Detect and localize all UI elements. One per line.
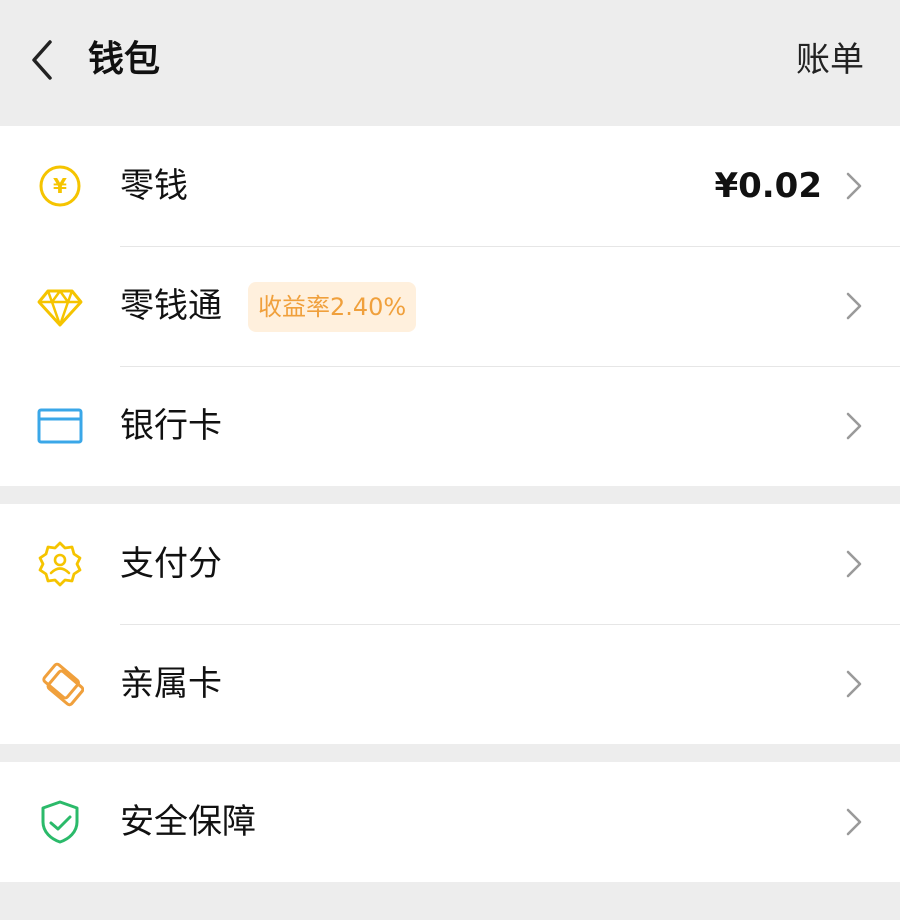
wallet-group-main: ¥ 零钱 ¥0.02 零钱通 收益率2.40% 银行卡: [0, 126, 900, 486]
list-item-label: 安全保障: [120, 802, 256, 842]
family-card-icon: [42, 662, 84, 707]
list-item-security[interactable]: 安全保障: [0, 762, 900, 882]
top-bar: 钱包 账单: [0, 0, 900, 126]
page-title: 钱包: [88, 39, 161, 80]
pay-score-badge-icon: [38, 541, 82, 587]
bill-button[interactable]: 账单: [796, 36, 864, 84]
back-button[interactable]: [22, 34, 66, 86]
chevron-right-icon: [846, 292, 862, 320]
group-divider: [0, 744, 900, 762]
list-item-label: 亲属卡: [120, 664, 222, 704]
yield-rate-badge: 收益率2.40%: [248, 282, 417, 332]
group-divider: [0, 486, 900, 504]
chevron-right-icon: [846, 412, 862, 440]
shield-check-icon: [41, 800, 79, 844]
list-item-change[interactable]: ¥ 零钱 ¥0.02: [0, 126, 900, 246]
list-item-family-card[interactable]: 亲属卡: [0, 624, 900, 744]
chevron-right-icon: [846, 550, 862, 578]
yuan-coin-icon: ¥: [39, 165, 81, 207]
list-item-bank-card[interactable]: 银行卡: [0, 366, 900, 486]
chevron-right-icon: [846, 172, 862, 200]
list-item-lingqiantong[interactable]: 零钱通 收益率2.40%: [0, 246, 900, 366]
svg-text:¥: ¥: [53, 174, 67, 198]
list-item-label: 零钱通: [120, 286, 222, 326]
wallet-group-security: 安全保障: [0, 762, 900, 882]
diamond-icon: [37, 289, 83, 327]
bank-card-icon: [37, 408, 83, 444]
list-item-label: 零钱: [120, 166, 188, 206]
list-item-pay-score[interactable]: 支付分: [0, 504, 900, 624]
list-item-label: 支付分: [120, 544, 222, 584]
chevron-right-icon: [846, 670, 862, 698]
wallet-group-services: 支付分 亲属卡: [0, 504, 900, 744]
chevron-right-icon: [846, 808, 862, 836]
list-item-label: 银行卡: [120, 406, 222, 446]
chevron-left-icon: [32, 40, 52, 80]
balance-value: ¥0.02: [714, 166, 822, 206]
